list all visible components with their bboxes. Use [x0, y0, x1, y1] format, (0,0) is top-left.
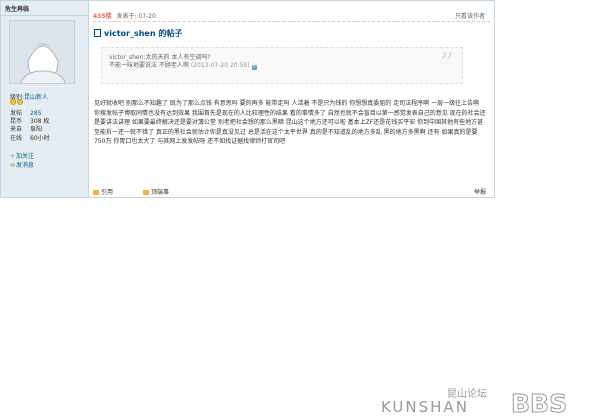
watermark-bbs: BBS	[511, 389, 567, 414]
jump-to-quote-icon[interactable]: ↑	[251, 65, 257, 70]
level-stars	[10, 99, 24, 107]
bump-button[interactable]: 顶端事	[142, 189, 183, 196]
kunshan-bbs-watermark: 昆山论坛 KUNSHAN BBS	[381, 387, 568, 414]
send-message-button[interactable]: ✉发消息	[10, 160, 42, 169]
star-icon	[10, 99, 16, 105]
quote-text: victor_shen:太热天的 本人有空调吗? 不能一味地要说法 不顾老人啊 …	[109, 54, 257, 70]
quote-mark-icon: ”	[439, 47, 454, 80]
author-header: 危生再临	[1, 1, 88, 16]
only-author-link[interactable]: 只看该作者	[455, 11, 485, 20]
post-content: 435楼 发表于: 07-20 只看该作者 victor_shen 的帖子 vi…	[89, 1, 494, 197]
avatar-placeholder-icon	[10, 21, 74, 83]
watermark-en: KUNSHAN	[381, 398, 469, 414]
author-sidebar: 危生再临 级别:昆山新人 发帖 285 昆币 308 枚 来自 阜阳 在线 60小时 +…	[1, 1, 89, 197]
quote-button[interactable]: 引用	[93, 189, 127, 196]
quote-icon	[93, 190, 99, 195]
quote-block: victor_shen:太热天的 本人有空调吗? 不能一味地要说法 不顾老人啊 …	[101, 47, 463, 84]
plus-icon: +	[10, 153, 16, 160]
star-icon	[17, 99, 23, 105]
author-name[interactable]: 危生再临	[5, 4, 29, 13]
post-title: victor_shen 的帖子	[94, 28, 182, 39]
add-follow-button[interactable]: +加关注	[10, 151, 42, 160]
post-footer: 引用 顶端事 举报	[93, 187, 490, 196]
level-value: 昆山新人	[24, 94, 49, 101]
divider	[93, 21, 490, 22]
stat-row: 发帖 285	[10, 110, 42, 117]
stat-row: 在线 60小时	[10, 134, 50, 142]
bump-icon	[142, 190, 149, 195]
post-body: 见好就收吧 别那么不知趣了 既为了那么点钱 有意思吗 要的再多 能带走吗 人活着…	[94, 100, 486, 145]
floor-number[interactable]: 435楼	[93, 13, 112, 20]
mail-icon: ✉	[10, 162, 16, 169]
author-actions: +加关注 ✉发消息	[10, 151, 88, 169]
forum-post: 危生再临 级别:昆山新人 发帖 285 昆币 308 枚 来自 阜阳 在线 60小时 +…	[0, 0, 495, 198]
quote-time: (2013-07-20 20:59)	[190, 62, 250, 69]
avatar[interactable]	[9, 20, 75, 84]
stat-row: 来自 阜阳	[10, 126, 43, 134]
author-stats: 发帖 285 昆币 308 枚 来自 阜阳 在线 60小时	[10, 110, 50, 143]
post-time: 发表于: 07-20	[116, 13, 156, 20]
document-icon	[94, 29, 101, 37]
report-link[interactable]: 举报	[474, 187, 486, 196]
post-meta: 435楼 发表于: 07-20	[93, 11, 156, 20]
